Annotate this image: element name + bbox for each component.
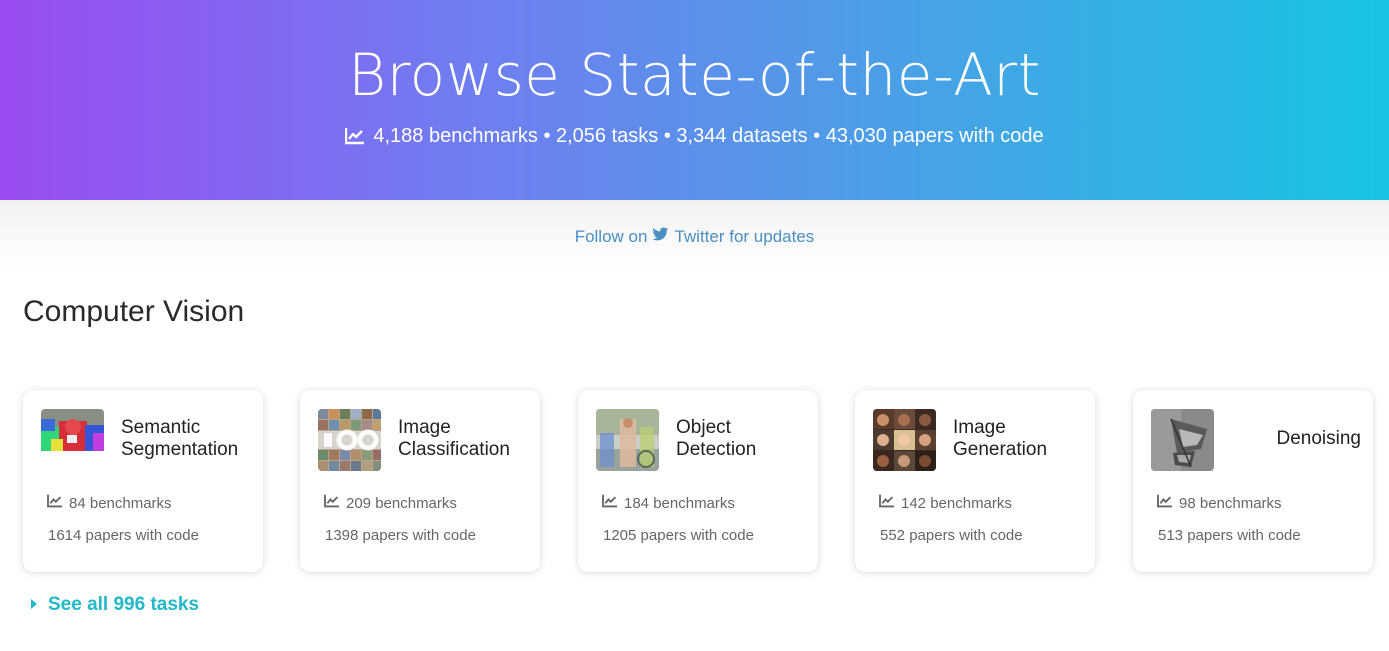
line-chart-icon <box>47 494 63 514</box>
image-generation-thumbnail <box>873 409 936 471</box>
card-title: Image Generation <box>953 417 1048 460</box>
hero-stats-text: 4,188 benchmarks • 2,056 tasks • 3,344 d… <box>373 125 1044 147</box>
card-benchmarks: 209 benchmarks <box>324 494 457 514</box>
card-benchmarks: 84 benchmarks <box>47 494 172 514</box>
twitter-link[interactable]: Twitter for updates <box>674 226 814 248</box>
card-benchmarks-text: 98 benchmarks <box>1179 495 1282 512</box>
card-benchmarks-text: 184 benchmarks <box>624 495 735 512</box>
section-title: Computer Vision <box>23 295 245 328</box>
hero-stats: 4,188 benchmarks • 2,056 tasks • 3,344 d… <box>0 122 1389 150</box>
task-card-image-classification[interactable]: Image Classification 209 benchmarks 1398… <box>300 390 540 572</box>
card-title: Image Classification <box>398 417 510 460</box>
caret-right-icon <box>30 593 38 617</box>
task-card-denoising[interactable]: Denoising 98 benchmarks 513 papers with … <box>1133 390 1373 572</box>
card-title: Semantic Segmentation <box>121 417 239 460</box>
line-chart-icon <box>879 494 895 514</box>
card-papers: 1205 papers with code <box>603 527 754 544</box>
card-title: Object Detection <box>676 417 757 460</box>
card-papers: 513 papers with code <box>1158 527 1301 544</box>
card-title: Denoising <box>1276 428 1362 449</box>
follow-bar: Follow on Twitter for updates <box>0 226 1389 248</box>
follow-prefix: Follow on <box>574 227 648 246</box>
denoising-thumbnail <box>1151 409 1214 471</box>
image-classification-thumbnail <box>318 409 381 471</box>
task-card-semantic-segmentation[interactable]: Semantic Segmentation 84 benchmarks 1614… <box>23 390 263 572</box>
card-papers: 1398 papers with code <box>325 527 476 544</box>
hero-banner: Browse State-of-the-Art 4,188 benchmarks… <box>0 0 1389 200</box>
page-title: Browse State-of-the-Art <box>348 41 1041 109</box>
card-benchmarks-text: 142 benchmarks <box>901 495 1012 512</box>
card-benchmarks: 98 benchmarks <box>1157 494 1282 514</box>
card-papers: 552 papers with code <box>880 527 1023 544</box>
semantic-segmentation-thumbnail <box>41 409 104 471</box>
line-chart-icon <box>324 494 340 514</box>
card-benchmarks: 142 benchmarks <box>879 494 1012 514</box>
see-all-label: See all 996 tasks <box>48 594 200 615</box>
object-detection-thumbnail <box>596 409 659 471</box>
line-chart-icon <box>602 494 618 514</box>
line-chart-icon <box>1157 494 1173 514</box>
task-card-object-detection[interactable]: Object Detection 184 benchmarks 1205 pap… <box>578 390 818 572</box>
card-benchmarks-text: 84 benchmarks <box>69 495 172 512</box>
twitter-icon[interactable] <box>652 226 669 248</box>
see-all-tasks-link[interactable]: See all 996 tasks <box>30 593 199 617</box>
line-chart-icon <box>345 127 365 145</box>
card-benchmarks-text: 209 benchmarks <box>346 495 457 512</box>
card-benchmarks: 184 benchmarks <box>602 494 735 514</box>
card-papers: 1614 papers with code <box>48 527 199 544</box>
task-card-image-generation[interactable]: Image Generation 142 benchmarks 552 pape… <box>855 390 1095 572</box>
